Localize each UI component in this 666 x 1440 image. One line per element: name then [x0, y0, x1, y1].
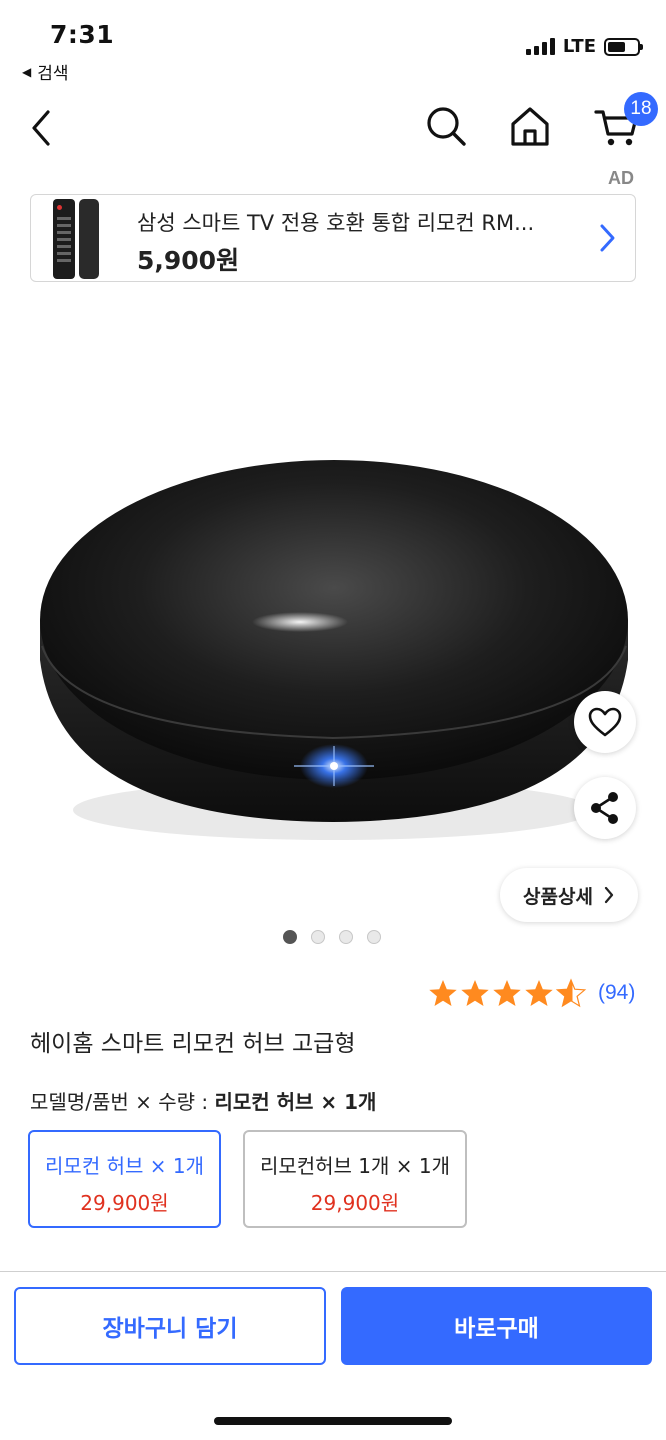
option-price: 29,900원: [310, 1191, 400, 1215]
option-card[interactable]: 리모컨허브 1개 × 1개 29,900원: [243, 1130, 467, 1228]
home-icon[interactable]: [508, 104, 552, 148]
chevron-right-icon: [604, 886, 614, 904]
ad-title: 삼성 스마트 TV 전용 호환 통합 리모컨 RM...: [137, 211, 535, 235]
gallery-pagination: [283, 930, 381, 944]
product-image[interactable]: [0, 300, 666, 920]
back-triangle-icon: ◀: [22, 64, 32, 79]
back-to-app-link[interactable]: ◀ 검색: [22, 59, 69, 84]
chevron-right-icon: [600, 224, 615, 252]
star-icon: [461, 980, 489, 1006]
option-label-prefix: 모델명/품번 × 수량 :: [30, 1090, 215, 1114]
half-star-icon: [556, 979, 586, 1007]
back-icon[interactable]: [26, 106, 58, 150]
product-detail-label: 상품상세: [523, 885, 593, 908]
ad-banner[interactable]: 삼성 스마트 TV 전용 호환 통합 리모컨 RM... 5,900원: [30, 194, 636, 282]
status-indicators: LTE: [525, 36, 643, 57]
star-icon: [493, 980, 521, 1006]
ad-tag: AD: [608, 168, 634, 188]
ad-price: 5,900원: [137, 246, 240, 275]
option-name: 리모컨허브 1개 × 1개: [259, 1154, 451, 1178]
share-icon: [591, 792, 618, 824]
top-nav: [0, 92, 666, 164]
search-icon[interactable]: [424, 104, 468, 148]
pagination-dot[interactable]: [283, 930, 297, 944]
add-to-cart-button[interactable]: 장바구니 담기: [14, 1287, 326, 1365]
option-name: 리모컨 허브 × 1개: [45, 1154, 204, 1178]
product-detail-button[interactable]: 상품상세: [500, 868, 638, 922]
battery-icon: [604, 37, 643, 56]
option-price: 29,900원: [80, 1191, 169, 1215]
cart-count-badge: 18: [624, 92, 658, 126]
bottom-divider: [0, 1271, 666, 1272]
heart-icon: [588, 707, 622, 737]
back-app-label: 검색: [37, 64, 69, 84]
network-label: LTE: [562, 36, 596, 57]
star-icon: [525, 980, 553, 1006]
rating[interactable]: (94): [428, 978, 635, 1008]
star-icon: [429, 980, 457, 1006]
ad-product-thumbnail: [53, 197, 101, 281]
status-bar: 7:31 ◀ 검색 LTE: [0, 0, 666, 90]
rating-stars: [429, 979, 586, 1007]
option-card-selected[interactable]: 리모컨 허브 × 1개 29,900원: [28, 1130, 221, 1228]
signal-icon: [525, 38, 555, 55]
status-time: 7:31: [50, 20, 115, 49]
share-button[interactable]: [574, 777, 636, 839]
option-label: 모델명/품번 × 수량 : 리모컨 허브 × 1개: [30, 1086, 376, 1115]
pagination-dot[interactable]: [367, 930, 381, 944]
pagination-dot[interactable]: [311, 930, 325, 944]
pagination-dot[interactable]: [339, 930, 353, 944]
buy-now-button[interactable]: 바로구매: [341, 1287, 652, 1365]
review-count[interactable]: (94): [598, 981, 635, 1005]
home-indicator[interactable]: [214, 1417, 452, 1425]
wishlist-button[interactable]: [574, 691, 636, 753]
option-label-value: 리모컨 허브 × 1개: [214, 1090, 377, 1114]
product-title: 헤이홈 스마트 리모컨 허브 고급형: [30, 1031, 356, 1057]
